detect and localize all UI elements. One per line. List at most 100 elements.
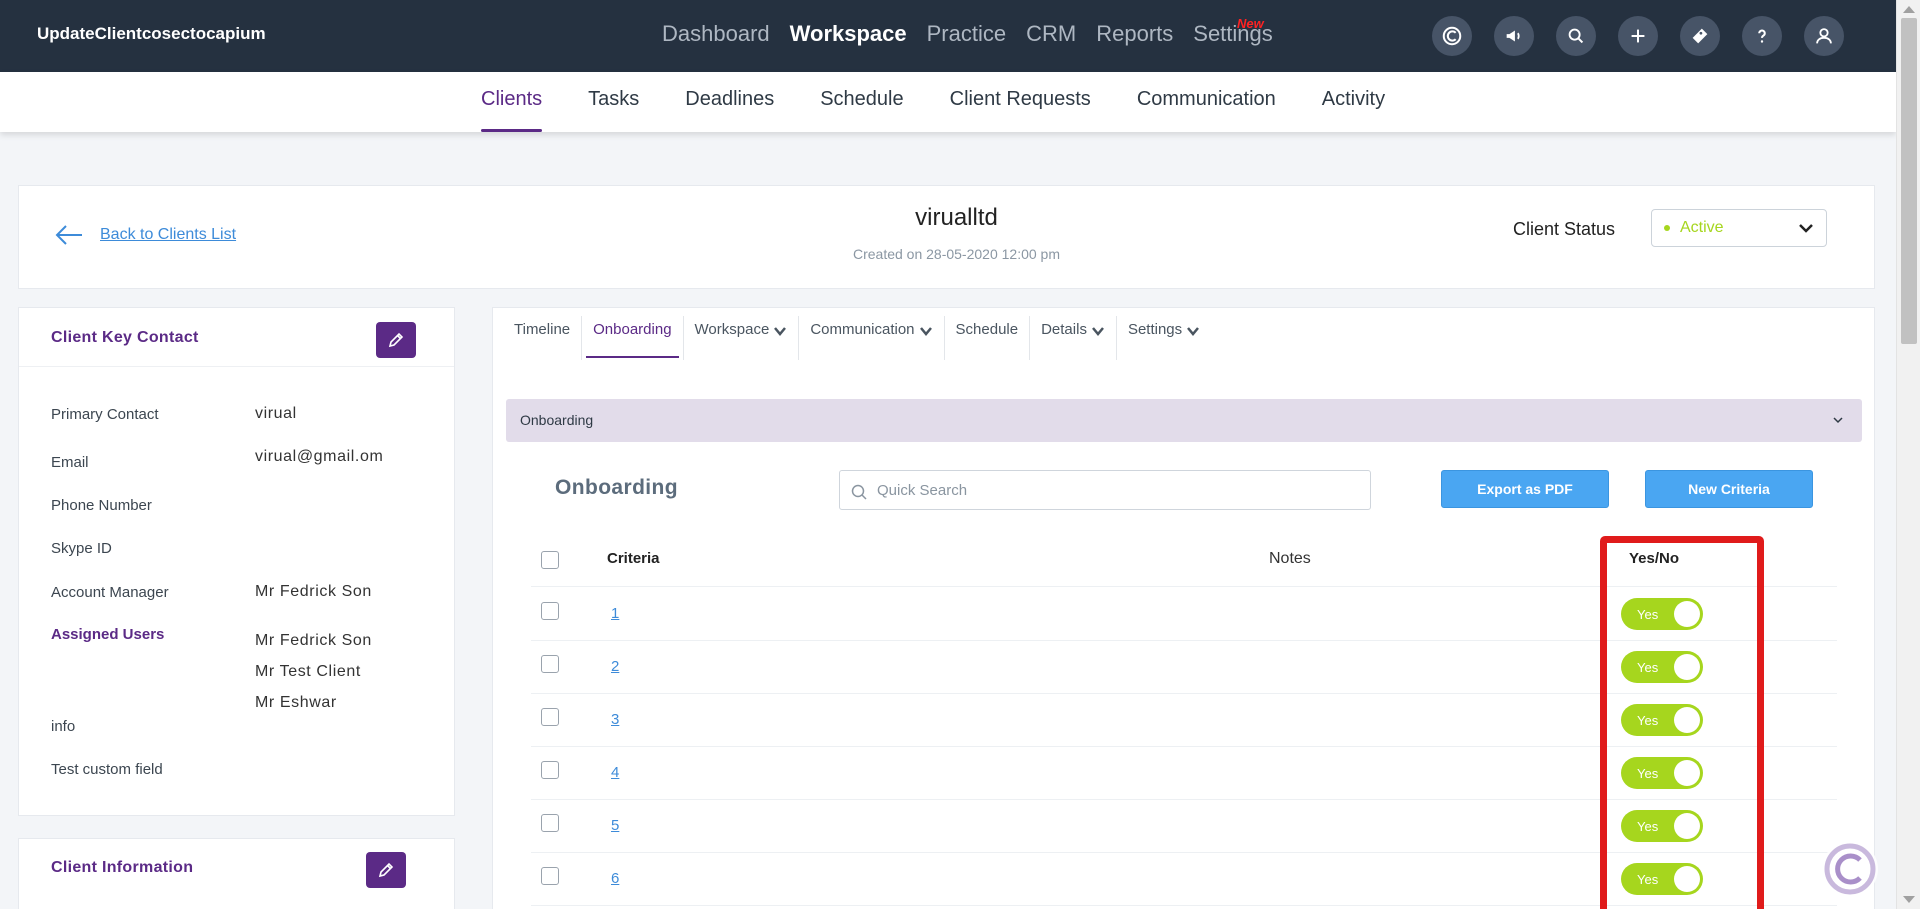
main-navigation: Dashboard Workspace Practice CRM Reports… <box>662 21 1273 47</box>
chevron-down-icon <box>774 327 787 336</box>
row-checkbox[interactable] <box>541 708 559 726</box>
yes-no-toggle[interactable]: Yes <box>1621 863 1703 895</box>
nav-crm[interactable]: CRM <box>1026 21 1076 47</box>
ticket-icon[interactable] <box>1680 16 1720 56</box>
criteria-link[interactable]: 5 <box>611 817 619 834</box>
table-row: 4 Yes <box>531 747 1837 800</box>
row-checkbox[interactable] <box>541 814 559 832</box>
scroll-down-icon[interactable] <box>1903 896 1915 903</box>
tab-clients[interactable]: Clients <box>481 72 543 132</box>
toggle-label: Yes <box>1637 607 1659 622</box>
tab-timeline[interactable]: Timeline <box>503 316 583 360</box>
toggle-knob <box>1674 707 1700 733</box>
nav-dashboard[interactable]: Dashboard <box>662 21 770 47</box>
tab-label: Settings <box>1127 321 1183 338</box>
toggle-label: Yes <box>1637 819 1659 834</box>
tab-label: Details <box>1041 321 1087 338</box>
criteria-link[interactable]: 2 <box>611 658 619 675</box>
info-label: info <box>51 718 76 735</box>
assigned-user: Mr Test Client <box>255 663 361 680</box>
tab-schedule[interactable]: Schedule <box>945 316 1031 360</box>
yes-no-toggle[interactable]: Yes <box>1621 704 1703 736</box>
column-notes: Notes <box>1269 550 1311 567</box>
new-badge: New <box>1237 16 1264 31</box>
help-icon[interactable] <box>1742 16 1782 56</box>
floating-capium-logo-icon[interactable] <box>1822 841 1878 897</box>
table-row: 6 Yes <box>531 853 1837 906</box>
yes-no-toggle[interactable]: Yes <box>1621 651 1703 683</box>
email-label: Email <box>51 454 89 471</box>
client-key-contact-card: Client Key Contact Primary Contact virua… <box>18 307 455 816</box>
tab-label: Onboarding <box>593 321 672 338</box>
row-checkbox[interactable] <box>541 761 559 779</box>
tab-tasks[interactable]: Tasks <box>588 72 639 132</box>
criteria-link[interactable]: 3 <box>611 711 619 728</box>
divider <box>19 366 454 367</box>
row-checkbox[interactable] <box>541 655 559 673</box>
tab-details[interactable]: Details <box>1030 316 1117 360</box>
column-yes-no: Yes/No <box>1629 550 1680 567</box>
scrollbar-thumb[interactable] <box>1901 18 1917 344</box>
yes-no-toggle[interactable]: Yes <box>1621 757 1703 789</box>
accordion-title: Onboarding <box>520 412 594 428</box>
chevron-down-icon <box>1091 327 1104 336</box>
page-scrollbar[interactable] <box>1896 0 1920 909</box>
tab-communication[interactable]: Communication <box>799 316 945 360</box>
tab-activity[interactable]: Activity <box>1322 72 1385 132</box>
table-header: Criteria Notes Yes/No <box>531 530 1837 587</box>
account-manager-value: Mr Fedrick Son <box>255 583 372 600</box>
search-icon[interactable] <box>1556 16 1596 56</box>
tab-workspace[interactable]: Workspace <box>684 316 800 360</box>
criteria-link[interactable]: 1 <box>611 605 619 622</box>
yes-no-toggle[interactable]: Yes <box>1621 810 1703 842</box>
tab-deadlines[interactable]: Deadlines <box>685 72 774 132</box>
yes-no-toggle[interactable]: Yes <box>1621 598 1703 630</box>
capium-logo-icon[interactable] <box>1432 16 1472 56</box>
toggle-knob <box>1674 654 1700 680</box>
row-checkbox[interactable] <box>541 602 559 620</box>
status-value: Active <box>1680 219 1724 236</box>
nav-practice[interactable]: Practice <box>927 21 1006 47</box>
export-pdf-button[interactable]: Export as PDF <box>1441 470 1609 508</box>
top-icon-bar <box>1432 16 1844 56</box>
search-icon <box>851 484 867 500</box>
email-value: virual@gmail.om <box>255 448 384 465</box>
client-information-card: Client Information <box>18 838 455 909</box>
scroll-up-icon[interactable] <box>1903 6 1915 13</box>
chevron-down-icon <box>1187 327 1200 336</box>
toggle-knob <box>1674 813 1700 839</box>
new-criteria-button[interactable]: New Criteria <box>1645 470 1813 508</box>
tab-label: Schedule <box>955 321 1019 338</box>
tab-schedule[interactable]: Schedule <box>820 72 903 132</box>
tab-label: Communication <box>810 321 915 338</box>
key-contact-title: Client Key Contact <box>51 329 199 346</box>
assigned-user: Mr Eshwar <box>255 694 337 711</box>
pencil-icon <box>378 862 394 878</box>
assigned-user: Mr Fedrick Son <box>255 632 372 649</box>
row-checkbox[interactable] <box>541 867 559 885</box>
tab-settings[interactable]: Settings <box>1117 316 1211 360</box>
tab-onboarding[interactable]: Onboarding <box>582 316 684 360</box>
toggle-label: Yes <box>1637 872 1659 887</box>
plus-icon[interactable] <box>1618 16 1658 56</box>
tab-client-requests[interactable]: Client Requests <box>950 72 1091 132</box>
user-icon[interactable] <box>1804 16 1844 56</box>
client-status-select[interactable]: Active <box>1651 209 1827 247</box>
quick-search <box>839 470 1371 510</box>
criteria-link[interactable]: 4 <box>611 764 619 781</box>
primary-contact-label: Primary Contact <box>51 406 159 423</box>
edit-key-contact-button[interactable] <box>376 322 416 358</box>
quick-search-input[interactable] <box>877 471 1357 509</box>
client-information-title: Client Information <box>51 859 194 876</box>
nav-reports[interactable]: Reports <box>1096 21 1173 47</box>
onboarding-accordion-header[interactable]: Onboarding <box>506 399 1862 442</box>
criteria-link[interactable]: 6 <box>611 870 619 887</box>
megaphone-icon[interactable] <box>1494 16 1534 56</box>
sub-navigation: Clients Tasks Deadlines Schedule Client … <box>0 72 1896 132</box>
edit-client-information-button[interactable] <box>366 852 406 888</box>
chevron-down-icon <box>1799 224 1813 233</box>
select-all-checkbox[interactable] <box>541 551 559 569</box>
tab-communication[interactable]: Communication <box>1137 72 1276 132</box>
toggle-label: Yes <box>1637 713 1659 728</box>
nav-workspace[interactable]: Workspace <box>790 21 907 47</box>
